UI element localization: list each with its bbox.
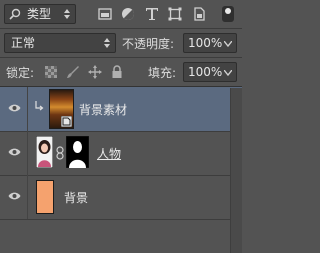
visibility-toggle[interactable]	[0, 87, 28, 131]
layer-row-background-material[interactable]: 背景素材	[0, 87, 242, 132]
clipping-mask-arrow-icon	[35, 101, 44, 111]
filter-row: 类型	[0, 0, 242, 28]
opacity-value: 100%	[188, 36, 223, 50]
search-icon	[9, 8, 21, 20]
lock-label: 锁定:	[6, 66, 35, 80]
lock-all-icon[interactable]	[110, 65, 124, 79]
stepper-arrows-icon	[64, 9, 70, 19]
filter-toggle-icon[interactable]	[222, 6, 234, 22]
layer-row-person[interactable]: 人物	[0, 131, 242, 176]
pixel-layer-filter-icon[interactable]	[98, 7, 112, 21]
fill-label: 填充:	[148, 66, 177, 80]
blend-mode-select[interactable]: 正常	[4, 33, 116, 53]
fill-input[interactable]: 100%	[183, 62, 237, 82]
layer-mask-thumbnail[interactable]	[66, 136, 89, 168]
adjustment-layer-filter-icon[interactable]	[121, 7, 135, 21]
opacity-input[interactable]: 100%	[183, 33, 237, 53]
filter-kind-label: 类型	[27, 7, 52, 21]
eye-icon	[8, 192, 21, 200]
type-layer-filter-icon[interactable]	[145, 7, 159, 21]
layer-thumbnail	[36, 180, 54, 214]
shape-layer-filter-icon[interactable]	[168, 7, 182, 21]
filter-kind-select[interactable]: 类型	[4, 4, 76, 24]
layer-row-background[interactable]: 背景	[0, 175, 242, 220]
visibility-toggle[interactable]	[0, 131, 28, 175]
lock-position-icon[interactable]	[88, 65, 102, 79]
layers-scrollbar[interactable]	[230, 88, 242, 253]
layer-name: 背景	[64, 191, 89, 205]
layer-name: 背景素材	[79, 103, 128, 117]
opacity-label: 不透明度:	[122, 37, 175, 51]
stepper-arrows-icon	[104, 38, 110, 48]
chevron-down-icon	[224, 41, 232, 47]
link-chain-icon[interactable]	[56, 146, 64, 160]
visibility-toggle[interactable]	[0, 175, 28, 219]
layer-list: 背景素材 人物 背景	[0, 87, 242, 253]
layer-name: 人物	[97, 147, 122, 161]
lock-transparent-pixels-icon[interactable]	[44, 65, 58, 79]
smart-object-badge-icon	[61, 116, 72, 127]
chevron-down-icon	[224, 70, 232, 76]
lock-image-pixels-icon[interactable]	[66, 65, 80, 79]
fill-value: 100%	[188, 65, 223, 79]
blend-row: 正常 不透明度: 100%	[0, 29, 242, 57]
layer-thumbnail	[36, 136, 53, 168]
lock-row: 锁定: 填充: 100%	[0, 58, 242, 86]
blend-mode-value: 正常	[11, 36, 36, 50]
eye-icon	[8, 104, 21, 112]
smart-object-filter-icon[interactable]	[192, 7, 206, 21]
eye-icon	[8, 148, 21, 156]
